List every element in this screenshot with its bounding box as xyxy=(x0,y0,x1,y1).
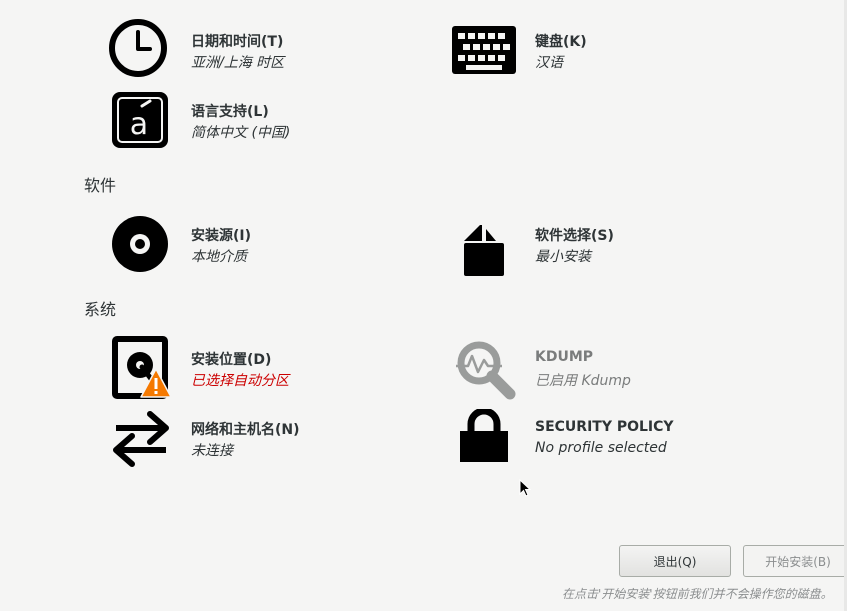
spoke-security-policy-status: No profile selected xyxy=(535,440,667,456)
spoke-software-selection[interactable]: 软件选择(S) 最小安装 xyxy=(444,212,764,276)
lock-icon xyxy=(460,409,508,462)
disc-icon xyxy=(112,216,168,272)
spoke-keyboard[interactable]: 键盘(K) 汉语 xyxy=(444,16,764,80)
spoke-install-source-title: 安装源(I) xyxy=(191,228,252,244)
quit-button[interactable]: 退出(Q) xyxy=(619,545,731,577)
spoke-kdump-title: KDUMP xyxy=(535,349,594,365)
spoke-security-policy-title: SECURITY POLICY xyxy=(535,419,674,435)
clock-icon xyxy=(109,19,167,77)
spoke-datetime-status: 亚洲/上海 时区 xyxy=(191,55,285,71)
spoke-software-selection-status: 最小安装 xyxy=(535,249,591,265)
spoke-software-selection-title: 软件选择(S) xyxy=(535,228,614,244)
section-system-label: 系统 xyxy=(84,300,117,319)
spoke-install-destination-title: 安装位置(D) xyxy=(191,352,272,368)
spoke-install-destination[interactable]: 安装位置(D) 已选择自动分区 xyxy=(100,336,420,400)
svg-text:a: a xyxy=(130,107,148,142)
spoke-install-source[interactable]: 安装源(I) 本地介质 xyxy=(100,212,420,276)
spoke-language-title: 语言支持(L) xyxy=(191,104,269,120)
spoke-network-title: 网络和主机名(N) xyxy=(191,422,300,438)
spoke-network-status: 未连接 xyxy=(191,443,233,459)
language-icon: a xyxy=(112,92,168,148)
spoke-kdump-status: 已启用 Kdump xyxy=(535,373,631,389)
footer-note: 在点击'开始安装'按钮前我们并不会操作您的磁盘。 xyxy=(562,587,833,601)
spoke-datetime[interactable]: 日期和时间(T) 亚洲/上海 时区 xyxy=(100,16,420,80)
spoke-network[interactable]: 网络和主机名(N) 未连接 xyxy=(100,406,420,470)
network-arrows-icon xyxy=(113,411,169,467)
begin-install-button[interactable]: 开始安装(B) xyxy=(743,545,847,577)
magnifier-icon xyxy=(456,341,516,400)
spoke-language-status: 简体中文 (中国) xyxy=(191,125,291,141)
spoke-language[interactable]: a 语言支持(L) 简体中文 (中国) xyxy=(100,88,420,152)
mouse-pointer-icon xyxy=(519,479,531,497)
package-icon xyxy=(464,225,504,276)
warning-icon xyxy=(140,368,172,398)
section-software-label: 软件 xyxy=(84,176,117,195)
spoke-install-source-status: 本地介质 xyxy=(191,249,247,265)
spoke-security-policy[interactable]: SECURITY POLICY No profile selected xyxy=(444,406,764,470)
spoke-install-destination-status: 已选择自动分区 xyxy=(191,373,289,389)
keyboard-icon xyxy=(452,26,516,74)
spoke-keyboard-title: 键盘(K) xyxy=(535,34,587,50)
spoke-datetime-title: 日期和时间(T) xyxy=(191,34,284,50)
spoke-keyboard-status: 汉语 xyxy=(535,55,563,71)
spoke-kdump[interactable]: KDUMP 已启用 Kdump xyxy=(444,336,764,400)
